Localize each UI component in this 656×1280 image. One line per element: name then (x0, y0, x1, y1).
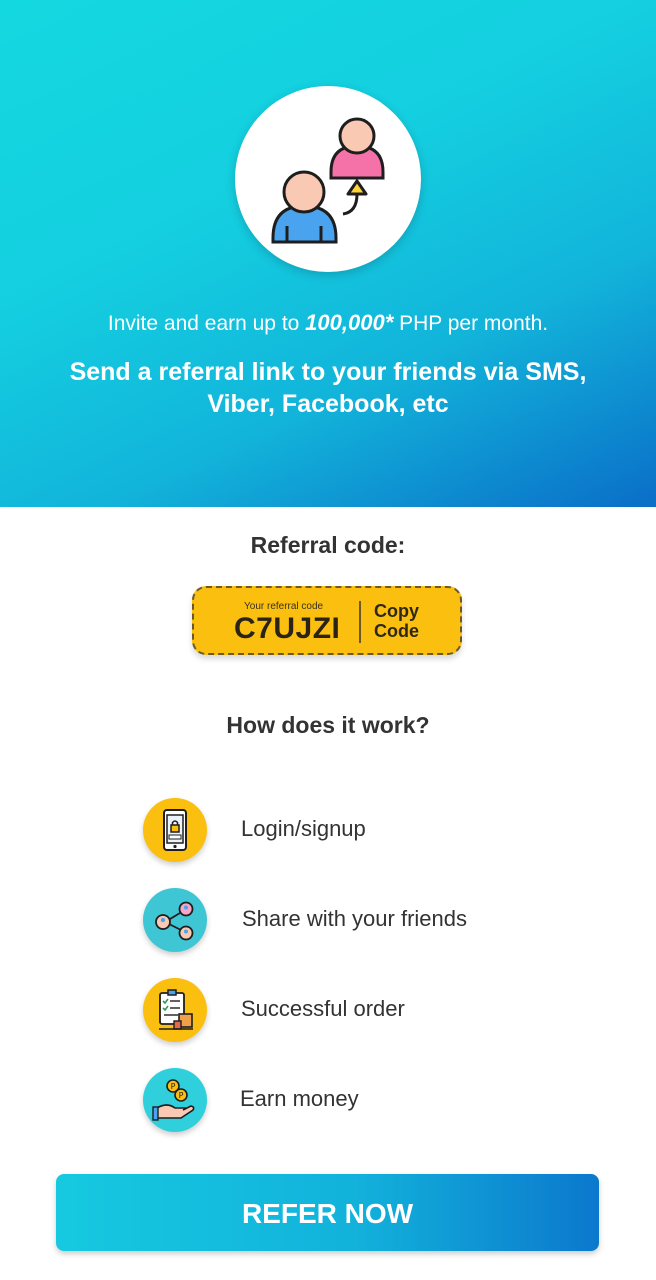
phone-lock-icon (143, 798, 207, 862)
hand-coins-icon: P P (143, 1068, 207, 1132)
svg-text:P: P (179, 1091, 184, 1100)
step-label: Login/signup (241, 816, 366, 841)
hero-banner: Invite and earn up to 100,000* PHP per m… (0, 0, 656, 507)
copy-referral-code-button[interactable]: Your referral code C7UJZI Copy Code (192, 586, 462, 655)
how-it-works-title: How does it work? (226, 712, 430, 738)
step-label: Successful order (241, 996, 405, 1021)
refer-now-button[interactable]: REFER NOW (56, 1174, 599, 1251)
referral-code-caption: Your referral code (244, 601, 324, 612)
step-label: Share with your friends (242, 906, 467, 931)
copy-label-line2: Code (374, 621, 419, 641)
step-share-friends: Share with your friends (143, 888, 613, 954)
copy-code-label: Copy Code (374, 601, 419, 641)
coupon-divider (359, 601, 361, 643)
referral-code-value: C7UJZI (234, 612, 341, 645)
referral-instructions: Send a referral link to your friends via… (69, 358, 587, 418)
step-label: Earn money (240, 1086, 359, 1111)
step-successful-order: Successful order (143, 978, 613, 1044)
share-people-icon (143, 888, 207, 952)
step-earn-money: P P Earn money (143, 1068, 613, 1134)
step-login-signup: Login/signup (143, 798, 613, 864)
referral-code-title: Referral code: (250, 532, 406, 558)
order-checklist-icon (143, 978, 207, 1042)
earn-prefix: Invite and earn up to (107, 312, 306, 335)
copy-label-line1: Copy (374, 601, 419, 621)
earn-amount: 100,000* (305, 310, 394, 335)
referral-people-icon (235, 86, 421, 272)
earn-headline: Invite and earn up to 100,000* PHP per m… (0, 310, 656, 336)
earn-suffix: PHP per month. (393, 312, 549, 335)
svg-text:P: P (171, 1082, 176, 1091)
